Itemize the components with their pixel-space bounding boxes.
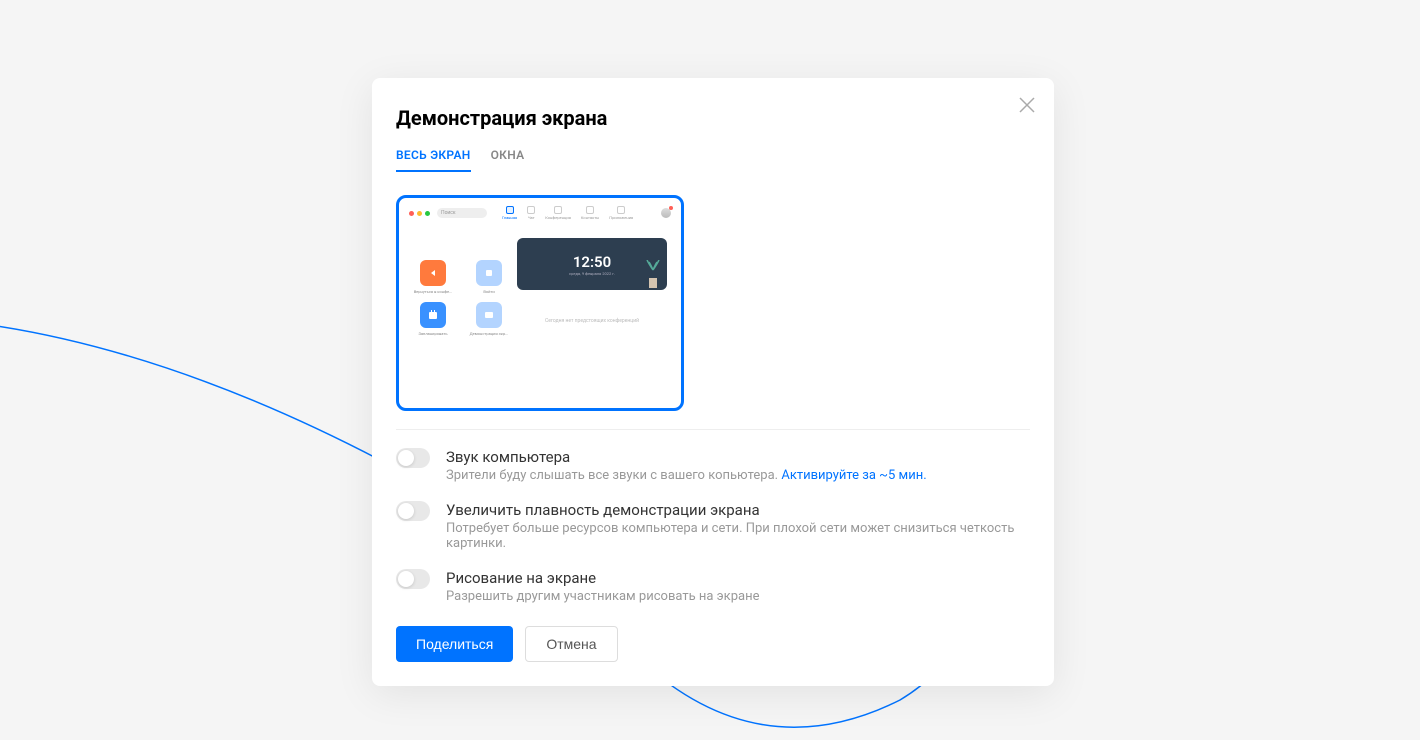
separator xyxy=(396,429,1030,430)
preview-search-field: Поиск xyxy=(437,208,487,218)
traffic-red-icon xyxy=(409,211,414,216)
option-description: Зрители буду слышать все звуки с вашего … xyxy=(446,468,1030,483)
screen-share-modal: Демонстрация экрана ВЕСЬ ЭКРАН ОКНА Поис… xyxy=(372,78,1054,686)
return-icon xyxy=(420,260,446,286)
toggle-draw[interactable] xyxy=(396,569,430,589)
share-button[interactable]: Поделиться xyxy=(396,626,513,662)
cancel-button[interactable]: Отмена xyxy=(525,626,617,662)
activate-link[interactable]: Активируйте за ~5 мин. xyxy=(781,468,926,483)
chat-icon xyxy=(527,206,535,214)
option-smooth: Увеличить плавность демонстрации экрана … xyxy=(396,501,1030,551)
option-draw: Рисование на экране Разрешить другим уча… xyxy=(396,569,1030,604)
contacts-icon xyxy=(586,206,594,214)
option-description: Потребует больше ресурсов компьютера и с… xyxy=(446,521,1030,551)
action-buttons: Поделиться Отмена xyxy=(396,626,1030,662)
calendar-icon xyxy=(420,302,446,328)
close-icon xyxy=(1018,96,1036,114)
plant-icon xyxy=(643,260,663,290)
option-title: Увеличить плавность демонстрации экрана xyxy=(446,501,1030,519)
option-title: Звук компьютера xyxy=(446,448,1030,466)
screen-preview[interactable]: Поиск Главная Чат Конференция Контакты xyxy=(396,195,684,411)
traffic-yellow-icon xyxy=(417,211,422,216)
preview-nav: Главная Чат Конференция Контакты Приложе… xyxy=(502,206,633,220)
option-sound: Звук компьютера Зрители буду слышать все… xyxy=(396,448,1030,483)
preview-body: Вернуться в конфе... Войти Запланировать xyxy=(405,230,675,336)
login-icon xyxy=(476,260,502,286)
avatar-icon xyxy=(661,208,671,218)
conference-icon xyxy=(554,206,562,214)
option-description: Разрешить другим участникам рисовать на … xyxy=(446,589,1030,604)
close-button[interactable] xyxy=(1018,96,1036,114)
modal-title: Демонстрация экрана xyxy=(396,106,1030,130)
option-title: Рисование на экране xyxy=(446,569,1030,587)
tab-fullscreen[interactable]: ВЕСЬ ЭКРАН xyxy=(396,148,471,172)
toggle-smooth[interactable] xyxy=(396,501,430,521)
toggle-sound[interactable] xyxy=(396,448,430,468)
home-icon xyxy=(506,206,514,214)
clock-widget: 12:50 среда, 9 февраля 2022 г. xyxy=(517,238,667,290)
preview-toolbar: Поиск Главная Чат Конференция Контакты xyxy=(405,204,675,222)
empty-message: Сегодня нет предстоящих конференций xyxy=(517,318,667,324)
tabs: ВЕСЬ ЭКРАН ОКНА xyxy=(396,148,1030,173)
tab-windows[interactable]: ОКНА xyxy=(491,148,525,172)
apps-icon xyxy=(617,206,625,214)
share-icon xyxy=(476,302,502,328)
traffic-green-icon xyxy=(425,211,430,216)
